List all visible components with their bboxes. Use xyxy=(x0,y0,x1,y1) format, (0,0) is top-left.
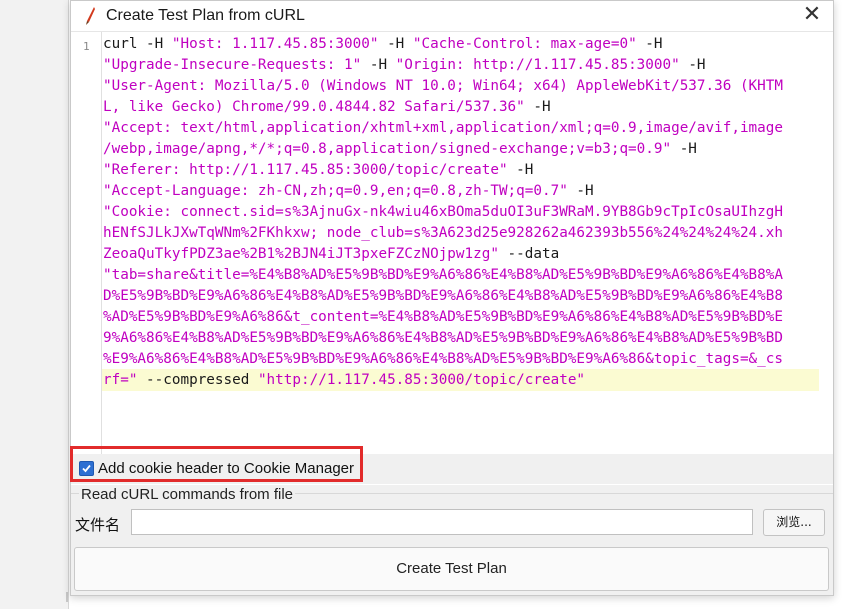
file-name-label: 文件名 xyxy=(75,516,121,534)
background-divider xyxy=(66,592,68,602)
code-line: /webp,image/apng,*/*;q=0.8,application/s… xyxy=(103,139,821,160)
line-number-gutter: 1 xyxy=(71,32,102,454)
code-token: -H xyxy=(507,162,534,178)
code-token: --compressed xyxy=(137,372,258,388)
code-string-token: %AD%E5%9B%BD%E9%A6%86&t_content=%E4%B8%A… xyxy=(103,309,783,325)
read-from-file-section: Read cURL commands from file 文件名 浏览... C… xyxy=(71,485,833,595)
code-line: "Upgrade-Insecure-Requests: 1" -H "Origi… xyxy=(103,55,821,76)
code-token: -H xyxy=(361,57,396,73)
code-line: "Referer: http://1.117.45.85:3000/topic/… xyxy=(103,160,821,181)
code-string-token: "Accept-Language: zh-CN,zh;q=0.9,en;q=0.… xyxy=(103,183,568,199)
code-string-token: "Host: 1.117.45.85:3000" xyxy=(171,36,379,52)
code-token: -H xyxy=(636,36,663,52)
code-string-token: "User-Agent: Mozilla/5.0 (Windows NT 10.… xyxy=(103,78,783,94)
browse-button[interactable]: 浏览... xyxy=(763,509,825,536)
code-line: rf=" --compressed "http://1.117.45.85:30… xyxy=(103,370,821,391)
background-app-panel xyxy=(0,0,69,609)
code-line: %AD%E5%9B%BD%E9%A6%86&t_content=%E4%B8%A… xyxy=(103,307,821,328)
code-token: -H xyxy=(567,183,594,199)
code-line: hENfSJLkJXwTqWNm%2FKhkxw; node_club=s%3A… xyxy=(103,223,821,244)
code-token: -H xyxy=(524,99,551,115)
code-line: L, like Gecko) Chrome/99.0.4844.82 Safar… xyxy=(103,97,821,118)
code-string-token: ZeoaQuTkyfPDZ3ae%2B1%2BJN4iJT3pxeFZCzNOj… xyxy=(103,246,499,262)
code-string-token: %E9%A6%86%E4%B8%AD%E5%9B%BD%E9%A6%86%E4%… xyxy=(103,351,783,367)
dialog-title: Create Test Plan from cURL xyxy=(106,7,305,24)
code-string-token: "Cache-Control: max-age=0" xyxy=(412,36,637,52)
dialog-titlebar[interactable]: Create Test Plan from cURL ✕ xyxy=(71,1,833,31)
code-line: "Cookie: connect.sid=s%3AjnuGx-nk4wiu46x… xyxy=(103,202,821,223)
code-line: "Accept: text/html,application/xhtml+xml… xyxy=(103,118,821,139)
code-string-token: "http://1.117.45.85:3000/topic/create" xyxy=(257,372,586,388)
code-token: -H xyxy=(378,36,413,52)
code-string-token: "Referer: http://1.117.45.85:3000/topic/… xyxy=(103,162,508,178)
curl-command-editor[interactable]: 1 curl -H "Host: 1.117.45.85:3000" -H "C… xyxy=(71,31,833,454)
code-string-token: D%E5%9B%BD%E9%A6%86%E4%B8%AD%E5%9B%BD%E9… xyxy=(103,288,783,304)
highlight-annotation-box xyxy=(70,446,363,482)
section-title: Read cURL commands from file xyxy=(79,486,296,503)
code-token: curl -H xyxy=(103,36,172,52)
code-line: curl -H "Host: 1.117.45.85:3000" -H "Cac… xyxy=(103,34,821,55)
code-line: ZeoaQuTkyfPDZ3ae%2B1%2BJN4iJT3pxeFZCzNOj… xyxy=(103,244,821,265)
code-string-token: "Origin: http://1.117.45.85:3000" xyxy=(395,57,680,73)
code-string-token: 9%A6%86%E4%B8%AD%E5%9B%BD%E9%A6%86%E4%B8… xyxy=(103,330,783,346)
create-test-plan-dialog: Create Test Plan from cURL ✕ 1 curl -H "… xyxy=(70,0,834,596)
code-string-token: L, like Gecko) Chrome/99.0.4844.82 Safar… xyxy=(103,99,525,115)
code-token: -H xyxy=(671,141,697,157)
code-string-token: hENfSJLkJXwTqWNm%2FKhkxw; node_club=s%3A… xyxy=(103,225,783,241)
line-number: 1 xyxy=(83,40,90,53)
code-line: "tab=share&title=%E4%B8%AD%E5%9B%BD%E9%A… xyxy=(103,265,821,286)
create-test-plan-button[interactable]: Create Test Plan xyxy=(74,547,829,591)
feather-pen-icon xyxy=(83,6,97,26)
code-token: -H xyxy=(679,57,706,73)
code-string-token: "Accept: text/html,application/xhtml+xml… xyxy=(103,120,783,136)
code-line: %E9%A6%86%E4%B8%AD%E5%9B%BD%E9%A6%86%E4%… xyxy=(103,349,821,370)
code-line: "User-Agent: Mozilla/5.0 (Windows NT 10.… xyxy=(103,76,821,97)
code-string-token: /webp,image/apng,*/*;q=0.8,application/s… xyxy=(103,141,672,157)
close-icon[interactable]: ✕ xyxy=(799,3,825,29)
code-line: 9%A6%86%E4%B8%AD%E5%9B%BD%E9%A6%86%E4%B8… xyxy=(103,328,821,349)
file-name-input[interactable] xyxy=(131,509,753,535)
code-string-token: "tab=share&title=%E4%B8%AD%E5%9B%BD%E9%A… xyxy=(103,267,783,283)
code-line: "Accept-Language: zh-CN,zh;q=0.9,en;q=0.… xyxy=(103,181,821,202)
code-string-token: "Upgrade-Insecure-Requests: 1" xyxy=(103,57,362,73)
code-token: --data xyxy=(498,246,560,262)
code-string-token: "Cookie: connect.sid=s%3AjnuGx-nk4wiu46x… xyxy=(103,204,783,220)
curl-command-text[interactable]: curl -H "Host: 1.117.45.85:3000" -H "Cac… xyxy=(103,34,821,391)
code-string-token: rf=" xyxy=(103,372,138,388)
code-line: D%E5%9B%BD%E9%A6%86%E4%B8%AD%E5%9B%BD%E9… xyxy=(103,286,821,307)
